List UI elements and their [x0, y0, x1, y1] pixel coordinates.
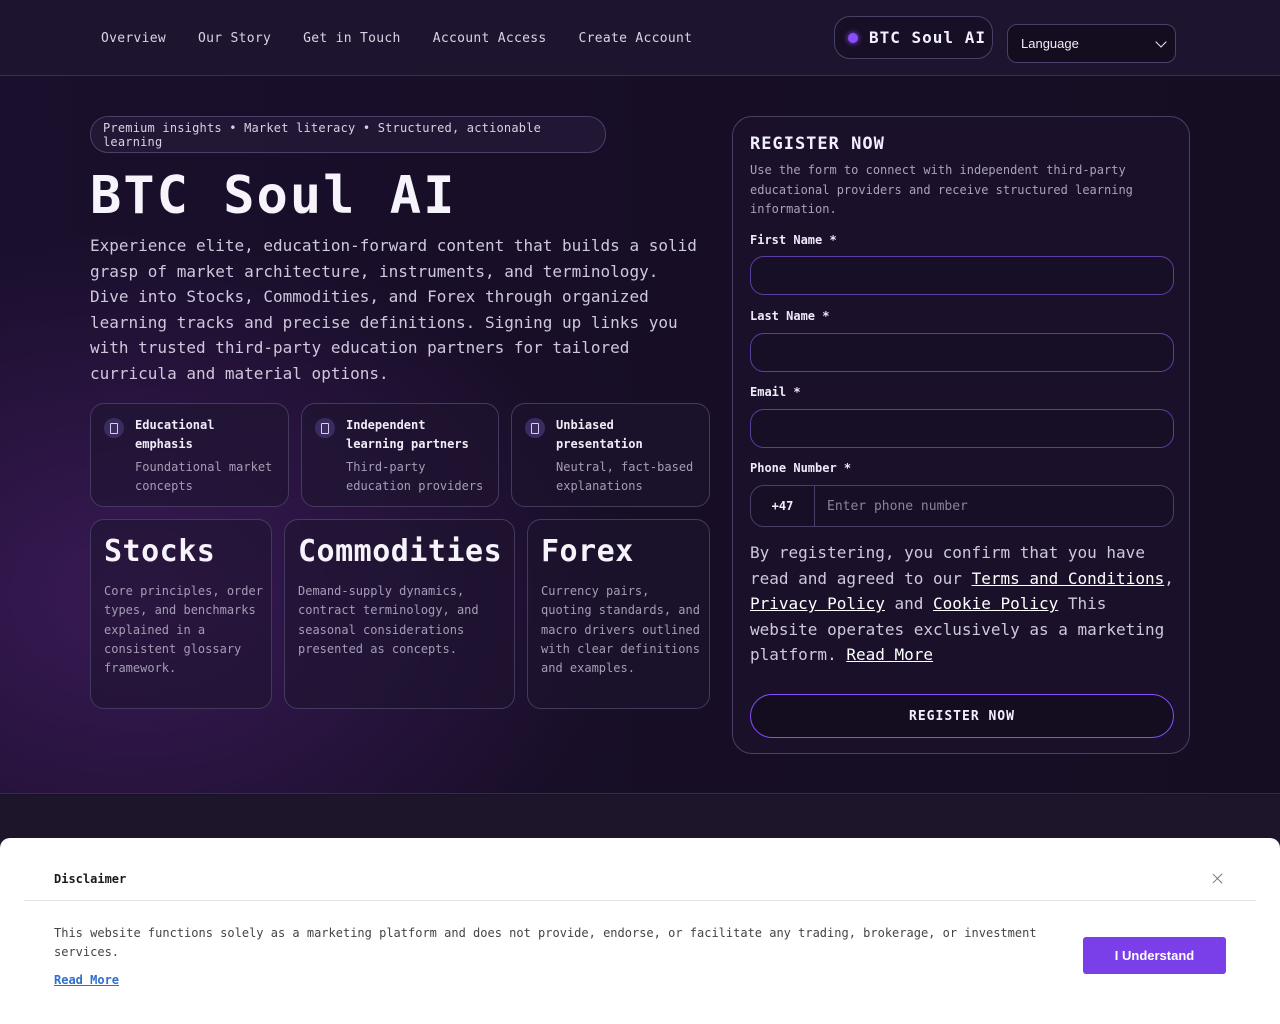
market-description: Demand-supply dynamics, contract termino…	[298, 584, 479, 656]
last-name-field[interactable]	[750, 333, 1174, 372]
hero-tagline: Premium insights • Market literacy • Str…	[90, 116, 606, 153]
market-description: Currency pairs, quoting standards, and m…	[541, 584, 700, 676]
feature-title: Educational emphasis	[135, 418, 215, 451]
email-label: Email *	[750, 385, 801, 399]
brand-badge[interactable]: BTC Soul AI	[834, 16, 993, 59]
hero-title: BTC Soul AI	[90, 166, 457, 226]
consent-text: By registering, you confirm that you hav…	[750, 540, 1180, 668]
divider	[24, 900, 1256, 901]
market-card-forex: Forex Currency pairs, quoting standards,…	[527, 519, 710, 709]
disclaimer-banner: Disclaimer This website functions solely…	[0, 838, 1280, 1024]
document-icon	[104, 418, 124, 438]
register-button[interactable]: REGISTER NOW	[750, 694, 1174, 738]
market-card-stocks: Stocks Core principles, order types, and…	[90, 519, 272, 709]
nav-link-overview[interactable]: Overview	[101, 31, 166, 46]
market-title: Commodities	[298, 534, 503, 569]
phone-label: Phone Number *	[750, 461, 852, 475]
form-title: REGISTER NOW	[750, 134, 885, 154]
email-input[interactable]	[751, 410, 1173, 447]
document-icon	[315, 418, 335, 438]
last-name-input[interactable]	[751, 334, 1173, 371]
form-subtitle: Use the form to connect with independent…	[750, 163, 1133, 216]
read-more-link[interactable]: Read More	[846, 645, 933, 664]
close-icon[interactable]	[1210, 871, 1226, 887]
feature-title: Unbiased presentation	[556, 418, 643, 451]
consent-and: and	[884, 594, 934, 614]
first-name-field[interactable]	[750, 256, 1174, 295]
disclaimer-read-more-link[interactable]: Read More	[54, 973, 119, 987]
language-select-value: Language	[1021, 36, 1079, 51]
nav-link-create-account[interactable]: Create Account	[578, 31, 692, 46]
phone-field[interactable]: +47	[750, 485, 1175, 527]
nav-link-account-access[interactable]: Account Access	[433, 31, 547, 46]
market-title: Forex	[541, 534, 634, 569]
consent-comma: ,	[1164, 568, 1174, 588]
hero-description: Experience elite, education-forward cont…	[90, 236, 697, 383]
first-name-input[interactable]	[751, 257, 1173, 294]
phone-input[interactable]	[815, 486, 1175, 526]
market-card-commodities: Commodities Demand-supply dynamics, cont…	[284, 519, 515, 709]
top-nav: Overview Our Story Get in Touch Account …	[0, 0, 1280, 76]
feature-title: Independent learning partners	[346, 418, 469, 451]
language-select[interactable]: Language	[1007, 24, 1176, 63]
chevron-down-icon	[1155, 36, 1167, 48]
brand-name: BTC Soul AI	[869, 28, 986, 47]
feature-subtitle: Third-party education providers	[346, 460, 484, 493]
market-description: Core principles, order types, and benchm…	[104, 584, 263, 676]
market-title: Stocks	[104, 534, 216, 569]
disclaimer-text: This website functions solely as a marke…	[54, 926, 1037, 959]
privacy-link[interactable]: Privacy Policy	[750, 594, 885, 613]
nav-link-our-story[interactable]: Our Story	[198, 31, 271, 46]
understand-button[interactable]: I Understand	[1083, 937, 1226, 974]
feature-card-partners: Independent learning partners Third-part…	[301, 403, 499, 507]
nav-links: Overview Our Story Get in Touch Account …	[101, 31, 724, 46]
brand-dot-icon	[848, 32, 858, 43]
feature-subtitle: Neutral, fact-based explanations	[556, 460, 694, 493]
feature-card-unbiased: Unbiased presentation Neutral, fact-base…	[511, 403, 710, 507]
phone-country-code[interactable]: +47	[751, 486, 815, 526]
document-icon	[525, 418, 545, 438]
nav-link-get-in-touch[interactable]: Get in Touch	[303, 31, 401, 46]
cookie-link[interactable]: Cookie Policy	[933, 594, 1058, 613]
terms-link[interactable]: Terms and Conditions	[972, 569, 1165, 588]
first-name-label: First Name *	[750, 233, 837, 247]
registration-form: REGISTER NOW Use the form to connect wit…	[732, 116, 1190, 754]
email-field[interactable]	[750, 409, 1174, 448]
disclaimer-title: Disclaimer	[54, 872, 127, 886]
feature-card-educational: Educational emphasis Foundational market…	[90, 403, 289, 507]
feature-subtitle: Foundational market concepts	[135, 460, 273, 493]
last-name-label: Last Name *	[750, 309, 830, 323]
